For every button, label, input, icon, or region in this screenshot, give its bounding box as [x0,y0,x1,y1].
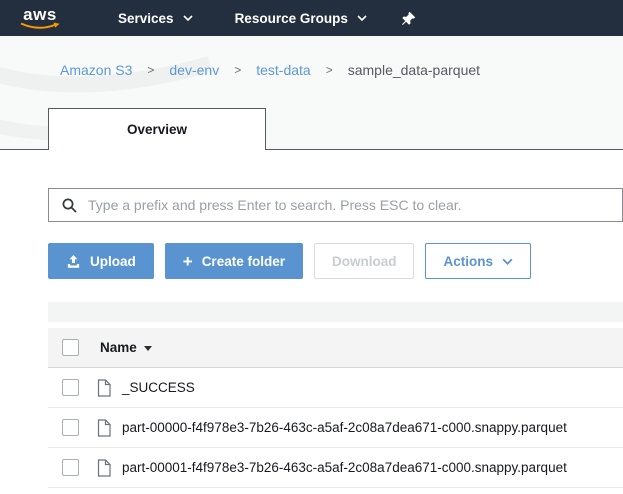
search-input[interactable] [88,197,612,213]
breadcrumb: Amazon S3 > dev-env > test-data > sample… [0,36,623,78]
aws-logo-text: aws [23,7,57,22]
breadcrumb-folder[interactable]: test-data [256,62,310,78]
file-icon [96,379,112,397]
plus-icon: + [183,253,193,270]
chevron-down-icon [183,15,193,21]
download-button-label: Download [332,254,397,269]
select-all-checkbox[interactable] [62,339,79,356]
table-row[interactable]: part-00000-f4f978e3-7b26-463c-a5af-2c08a… [48,408,623,448]
name-column-label: Name [100,340,137,355]
tab-bar-left-spacer [0,108,48,150]
object-name[interactable]: _SUCCESS [122,380,195,395]
table-top-strip [48,302,623,322]
file-icon [96,419,112,437]
tab-bar: Overview [0,108,623,150]
actions-button-label: Actions [443,254,493,269]
create-folder-button[interactable]: + Create folder [165,243,303,279]
resource-groups-menu-label: Resource Groups [235,11,348,26]
table-header-row: Name [48,328,623,368]
object-name[interactable]: part-00000-f4f978e3-7b26-463c-a5af-2c08a… [122,420,567,435]
breadcrumb-bucket[interactable]: dev-env [169,62,219,78]
aws-console-topbar: aws Services Resource Groups [0,0,623,36]
table-row[interactable]: _SUCCESS [48,368,623,408]
row-checkbox[interactable] [62,379,79,396]
breadcrumb-separator: > [234,63,241,77]
pushpin-icon [401,11,416,26]
chevron-down-icon [502,258,513,265]
breadcrumb-separator: > [326,63,333,77]
upload-button-label: Upload [90,254,136,269]
aws-logo[interactable]: aws [18,7,62,31]
services-menu-label: Services [118,11,174,26]
row-checkbox[interactable] [62,419,79,436]
object-toolbar: Upload + Create folder Download Actions [48,243,623,279]
upload-button[interactable]: Upload [48,243,154,279]
search-icon [61,197,78,214]
row-checkbox[interactable] [62,459,79,476]
create-folder-button-label: Create folder [202,254,285,269]
actions-dropdown-button[interactable]: Actions [425,243,531,279]
object-name[interactable]: part-00001-f4f978e3-7b26-463c-a5af-2c08a… [122,460,567,475]
breadcrumb-amazon-s3[interactable]: Amazon S3 [60,62,132,78]
overview-panel: Upload + Create folder Download Actions … [0,188,623,488]
aws-smile-icon [20,22,60,31]
name-column-header[interactable]: Name [100,340,152,355]
resource-groups-menu[interactable]: Resource Groups [235,11,367,26]
page-header: Amazon S3 > dev-env > test-data > sample… [0,36,623,150]
pushpin-button[interactable] [401,11,416,26]
chevron-down-icon [357,15,367,21]
upload-icon [66,254,81,269]
breadcrumb-current-folder: sample_data-parquet [348,62,480,78]
services-menu[interactable]: Services [118,11,193,26]
table-row[interactable]: part-00001-f4f978e3-7b26-463c-a5af-2c08a… [48,448,623,488]
breadcrumb-separator: > [147,63,154,77]
download-button[interactable]: Download [314,243,415,279]
search-box [48,188,623,222]
file-icon [96,459,112,477]
tab-bar-right-spacer [266,108,623,150]
tab-overview[interactable]: Overview [48,108,266,150]
sort-desc-icon [144,346,152,351]
tab-overview-label: Overview [127,122,187,137]
